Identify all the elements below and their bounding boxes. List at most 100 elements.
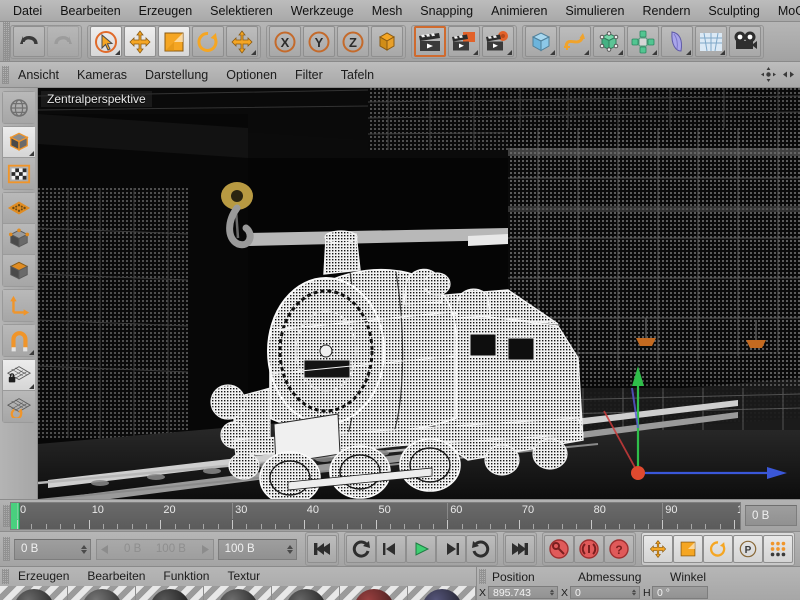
world-object-axis-button[interactable] bbox=[371, 26, 403, 57]
viewport-menu-kameras[interactable]: Kameras bbox=[68, 62, 136, 88]
key-position-button[interactable] bbox=[643, 535, 673, 563]
tool-options-corner[interactable] bbox=[29, 384, 34, 389]
menu-item-erzeugen[interactable]: Erzeugen bbox=[130, 0, 202, 21]
tool-options-corner[interactable] bbox=[550, 50, 555, 55]
coordinates-manager[interactable]: Position Abmessung Winkel X 895.743 X 0 … bbox=[477, 567, 800, 600]
coordinates-row-x[interactable]: X 895.743 X 0 H 0 ° bbox=[477, 586, 800, 600]
timeline-ruler[interactable]: 0 10 20 30 40 50 60 70 80 90 100 bbox=[10, 501, 741, 530]
array-button[interactable] bbox=[627, 26, 659, 57]
timeline-current-frame-field[interactable]: 0 B bbox=[745, 505, 797, 526]
tool-options-corner[interactable] bbox=[473, 50, 478, 55]
deformer-button[interactable] bbox=[661, 26, 693, 57]
frame-forward-button[interactable] bbox=[436, 535, 466, 563]
material-swatch[interactable] bbox=[272, 586, 340, 600]
material-manager-menu[interactable]: Erzeugen Bearbeiten Funktion Textur bbox=[0, 567, 476, 586]
material-swatch[interactable] bbox=[204, 586, 272, 600]
key-parameter-button[interactable]: P bbox=[733, 535, 763, 563]
cube-primitive-button[interactable] bbox=[525, 26, 557, 57]
tool-options-corner[interactable] bbox=[686, 50, 691, 55]
size-x-field[interactable]: X 0 bbox=[561, 586, 640, 599]
size-x-stepper[interactable] bbox=[631, 589, 637, 596]
play-button[interactable] bbox=[406, 535, 436, 563]
tool-options-corner[interactable] bbox=[251, 50, 256, 55]
environment-button[interactable] bbox=[695, 26, 727, 57]
step-forward-keyframe-button[interactable] bbox=[466, 535, 496, 563]
menu-item-bearbeiten[interactable]: Bearbeiten bbox=[51, 0, 129, 21]
viewport-menu-filter[interactable]: Filter bbox=[286, 62, 332, 88]
palette-points-mode[interactable] bbox=[3, 193, 35, 224]
viewport-menu-ansicht[interactable]: Ansicht bbox=[9, 62, 68, 88]
viewport-menu-tafeln[interactable]: Tafeln bbox=[332, 62, 383, 88]
palette-lock-grid[interactable] bbox=[3, 360, 35, 391]
position-x-field[interactable]: X 895.743 bbox=[479, 586, 558, 599]
lock-z-axis-button[interactable]: Z bbox=[337, 26, 369, 57]
palette-world-coordinates[interactable] bbox=[3, 92, 35, 123]
menu-item-sculpting[interactable]: Sculpting bbox=[699, 0, 768, 21]
key-rotation-button[interactable] bbox=[703, 535, 733, 563]
preview-range-field[interactable]: 0 B 100 B bbox=[96, 538, 214, 560]
material-swatch-row[interactable] bbox=[0, 586, 476, 600]
key-points-button[interactable] bbox=[763, 535, 793, 563]
viewport-menu-drag-handle[interactable] bbox=[2, 65, 9, 84]
current-time-field[interactable]: 0 B bbox=[14, 538, 92, 560]
pan-icon[interactable] bbox=[761, 67, 776, 82]
material-swatch[interactable] bbox=[340, 586, 408, 600]
material-menu-funktion[interactable]: Funktion bbox=[154, 567, 218, 586]
move-axis-button[interactable] bbox=[226, 26, 258, 57]
material-menu-bearbeiten[interactable]: Bearbeiten bbox=[78, 567, 154, 586]
palette-edges-mode[interactable] bbox=[3, 224, 35, 255]
preview-end-stepper[interactable] bbox=[287, 544, 293, 554]
material-menu-erzeugen[interactable]: Erzeugen bbox=[9, 567, 78, 586]
viewport-menu-darstellung[interactable]: Darstellung bbox=[136, 62, 217, 88]
material-manager-drag-handle[interactable] bbox=[2, 569, 9, 584]
redo-button[interactable] bbox=[47, 26, 79, 57]
material-swatch[interactable] bbox=[136, 586, 204, 600]
record-keyframe-button[interactable] bbox=[544, 535, 574, 563]
main-toolbar[interactable]: X Y Z bbox=[0, 22, 800, 62]
position-x-stepper[interactable] bbox=[549, 589, 555, 596]
palette-axis-mode[interactable] bbox=[3, 290, 35, 321]
viewport-3d[interactable]: Zentralperspektive bbox=[38, 88, 800, 499]
palette-magnet-tool[interactable] bbox=[3, 325, 35, 356]
coordinates-drag-handle[interactable] bbox=[479, 569, 486, 584]
menu-item-selektieren[interactable]: Selektieren bbox=[201, 0, 282, 21]
timeline-bar[interactable]: 0 10 20 30 40 50 60 70 80 90 100 0 B bbox=[0, 499, 800, 532]
camera-button[interactable] bbox=[729, 26, 761, 57]
tool-options-corner[interactable] bbox=[584, 50, 589, 55]
tool-options-corner[interactable] bbox=[507, 50, 512, 55]
current-time-stepper[interactable] bbox=[81, 544, 88, 554]
menu-item-mograph[interactable]: MoGraph bbox=[769, 0, 800, 21]
range-right-arrow-icon[interactable] bbox=[201, 544, 209, 554]
menu-item-snapping[interactable]: Snapping bbox=[411, 0, 482, 21]
move-tool-button[interactable] bbox=[124, 26, 156, 57]
material-menu-textur[interactable]: Textur bbox=[218, 567, 269, 586]
timeline-drag-handle[interactable] bbox=[3, 504, 10, 527]
viewport-menu-bar[interactable]: Ansicht Kameras Darstellung Optionen Fil… bbox=[0, 62, 800, 88]
transport-drag-handle[interactable] bbox=[3, 537, 10, 561]
left-tool-palette[interactable] bbox=[0, 88, 38, 499]
live-selection-button[interactable] bbox=[90, 26, 122, 57]
tool-options-corner[interactable] bbox=[29, 350, 34, 355]
tool-options-corner[interactable] bbox=[720, 50, 725, 55]
render-view-button[interactable] bbox=[414, 26, 446, 57]
spline-button[interactable] bbox=[559, 26, 591, 57]
tool-options-corner[interactable] bbox=[652, 50, 657, 55]
palette-polygons-mode[interactable] bbox=[3, 255, 35, 286]
menu-item-mesh[interactable]: Mesh bbox=[363, 0, 412, 21]
rotate-tool-button[interactable] bbox=[192, 26, 224, 57]
material-swatch[interactable] bbox=[0, 586, 68, 600]
tool-options-corner[interactable] bbox=[115, 50, 120, 55]
menu-item-datei[interactable]: Datei bbox=[4, 0, 51, 21]
timeline-playhead[interactable] bbox=[11, 502, 20, 529]
menu-item-rendern[interactable]: Rendern bbox=[633, 0, 699, 21]
nurbs-button[interactable] bbox=[593, 26, 625, 57]
scale-tool-button[interactable] bbox=[158, 26, 190, 57]
preview-end-field[interactable]: 100 B bbox=[217, 538, 297, 560]
go-to-end-button[interactable] bbox=[505, 535, 535, 563]
transport-bar[interactable]: 0 B 0 B 100 B 100 B ? P bbox=[0, 532, 800, 567]
main-menu-bar[interactable]: Datei Bearbeiten Erzeugen Selektieren We… bbox=[0, 0, 800, 22]
material-swatch[interactable] bbox=[408, 586, 476, 600]
position-x-input[interactable]: 895.743 bbox=[488, 586, 558, 599]
size-x-input[interactable]: 0 bbox=[570, 586, 640, 599]
go-to-start-button[interactable] bbox=[307, 535, 337, 563]
